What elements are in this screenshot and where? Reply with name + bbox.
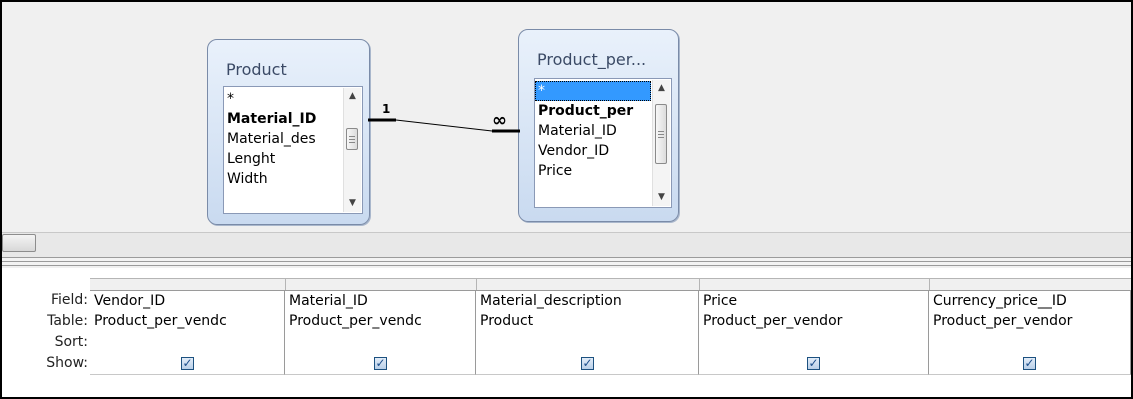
check-icon: ✓ <box>808 356 819 370</box>
grid-cell-table[interactable]: Product_per_vendc <box>90 311 285 333</box>
grid-cell-table[interactable]: Product <box>476 311 699 333</box>
table-product-field-list[interactable]: * Material_ID Material_des Lenght Width … <box>223 86 363 214</box>
relationship-one-label: 1 <box>382 102 391 116</box>
query-design-grid[interactable]: Field: Table: Sort: Show: Vendor_ID Produ… <box>2 268 1131 397</box>
check-icon: ✓ <box>1024 356 1035 370</box>
grid-cell-sort[interactable] <box>929 332 1131 354</box>
show-checkbox[interactable]: ✓ <box>1023 357 1036 370</box>
horizontal-scrollbar-thumb[interactable] <box>2 234 36 252</box>
table-product[interactable]: Product * Material_ID Material_des Lengh… <box>207 39 370 225</box>
row-label-sort: Sort: <box>54 334 88 350</box>
scrollbar-thumb[interactable] <box>346 128 358 150</box>
chevron-down-icon[interactable]: ▼ <box>344 195 361 212</box>
grid-cell-table[interactable]: Product_per_vendor <box>699 311 929 333</box>
query-design-window: Product * Material_ID Material_des Lengh… <box>0 0 1133 399</box>
field-list-item[interactable]: Product_per <box>535 101 671 121</box>
field-list-scrollbar[interactable]: ▲ ▼ <box>652 80 670 206</box>
grid-cell-show[interactable]: ✓ <box>90 353 285 375</box>
table-product-per-vendor-field-list[interactable]: * Product_per Material_ID Vendor_ID Pric… <box>534 78 672 208</box>
field-list-item[interactable]: Vendor_ID <box>535 141 671 161</box>
show-checkbox[interactable]: ✓ <box>807 357 820 370</box>
grid-cell-table[interactable]: Product_per_vendor <box>929 311 1131 333</box>
field-list-item[interactable]: Lenght <box>224 149 362 169</box>
field-list-item[interactable]: Material_ID <box>535 121 671 141</box>
field-list-item[interactable]: * <box>224 89 362 109</box>
relationship-many-label: ∞ <box>492 110 507 131</box>
grid-cell-sort[interactable] <box>476 332 699 354</box>
field-list-item[interactable]: Material_des <box>224 129 362 149</box>
field-list-item[interactable]: Price <box>535 161 671 181</box>
grid-cell-sort[interactable] <box>699 332 929 354</box>
chevron-up-icon[interactable]: ▲ <box>344 88 361 105</box>
grid-cell-show[interactable]: ✓ <box>929 353 1131 375</box>
check-icon: ✓ <box>375 356 386 370</box>
chevron-down-icon[interactable]: ▼ <box>653 189 670 206</box>
show-checkbox[interactable]: ✓ <box>181 357 194 370</box>
check-icon: ✓ <box>582 356 593 370</box>
grid-cell-sort[interactable] <box>90 332 285 354</box>
field-list-item[interactable]: * <box>535 81 651 101</box>
pane-splitter[interactable] <box>2 257 1131 266</box>
grid-cell-field[interactable]: Vendor_ID <box>90 290 285 312</box>
show-checkbox[interactable]: ✓ <box>581 357 594 370</box>
grid-cell-field[interactable]: Material_description <box>476 290 699 312</box>
field-list-scrollbar[interactable]: ▲ ▼ <box>343 88 361 212</box>
grid-cell-field[interactable]: Currency_price__ID <box>929 290 1131 312</box>
grid-cell-show[interactable]: ✓ <box>699 353 929 375</box>
table-design-pane[interactable]: Product * Material_ID Material_des Lengh… <box>2 2 1131 230</box>
field-list-item[interactable]: Width <box>224 169 362 189</box>
grid-cell-field[interactable]: Material_ID <box>285 290 476 312</box>
table-product-title[interactable]: Product <box>208 60 369 79</box>
grid-cell-table[interactable]: Product_per_vendc <box>285 311 476 333</box>
grid-cell-show[interactable]: ✓ <box>476 353 699 375</box>
grid-cell-show[interactable]: ✓ <box>285 353 476 375</box>
grid-cell-field[interactable]: Price <box>699 290 929 312</box>
grid-cell-sort[interactable] <box>285 332 476 354</box>
row-label-field: Field: <box>50 292 88 308</box>
table-product-per-vendor-title[interactable]: Product_per... <box>519 50 678 69</box>
design-pane-horizontal-scrollbar[interactable] <box>2 232 1131 257</box>
check-icon: ✓ <box>182 356 193 370</box>
field-list-item[interactable]: Material_ID <box>224 109 362 129</box>
show-checkbox[interactable]: ✓ <box>374 357 387 370</box>
scrollbar-thumb[interactable] <box>655 104 667 164</box>
row-label-table: Table: <box>47 313 88 329</box>
row-label-show: Show: <box>46 355 88 371</box>
chevron-up-icon[interactable]: ▲ <box>653 80 670 97</box>
table-product-per-vendor[interactable]: Product_per... * Product_per Material_ID… <box>518 29 679 222</box>
